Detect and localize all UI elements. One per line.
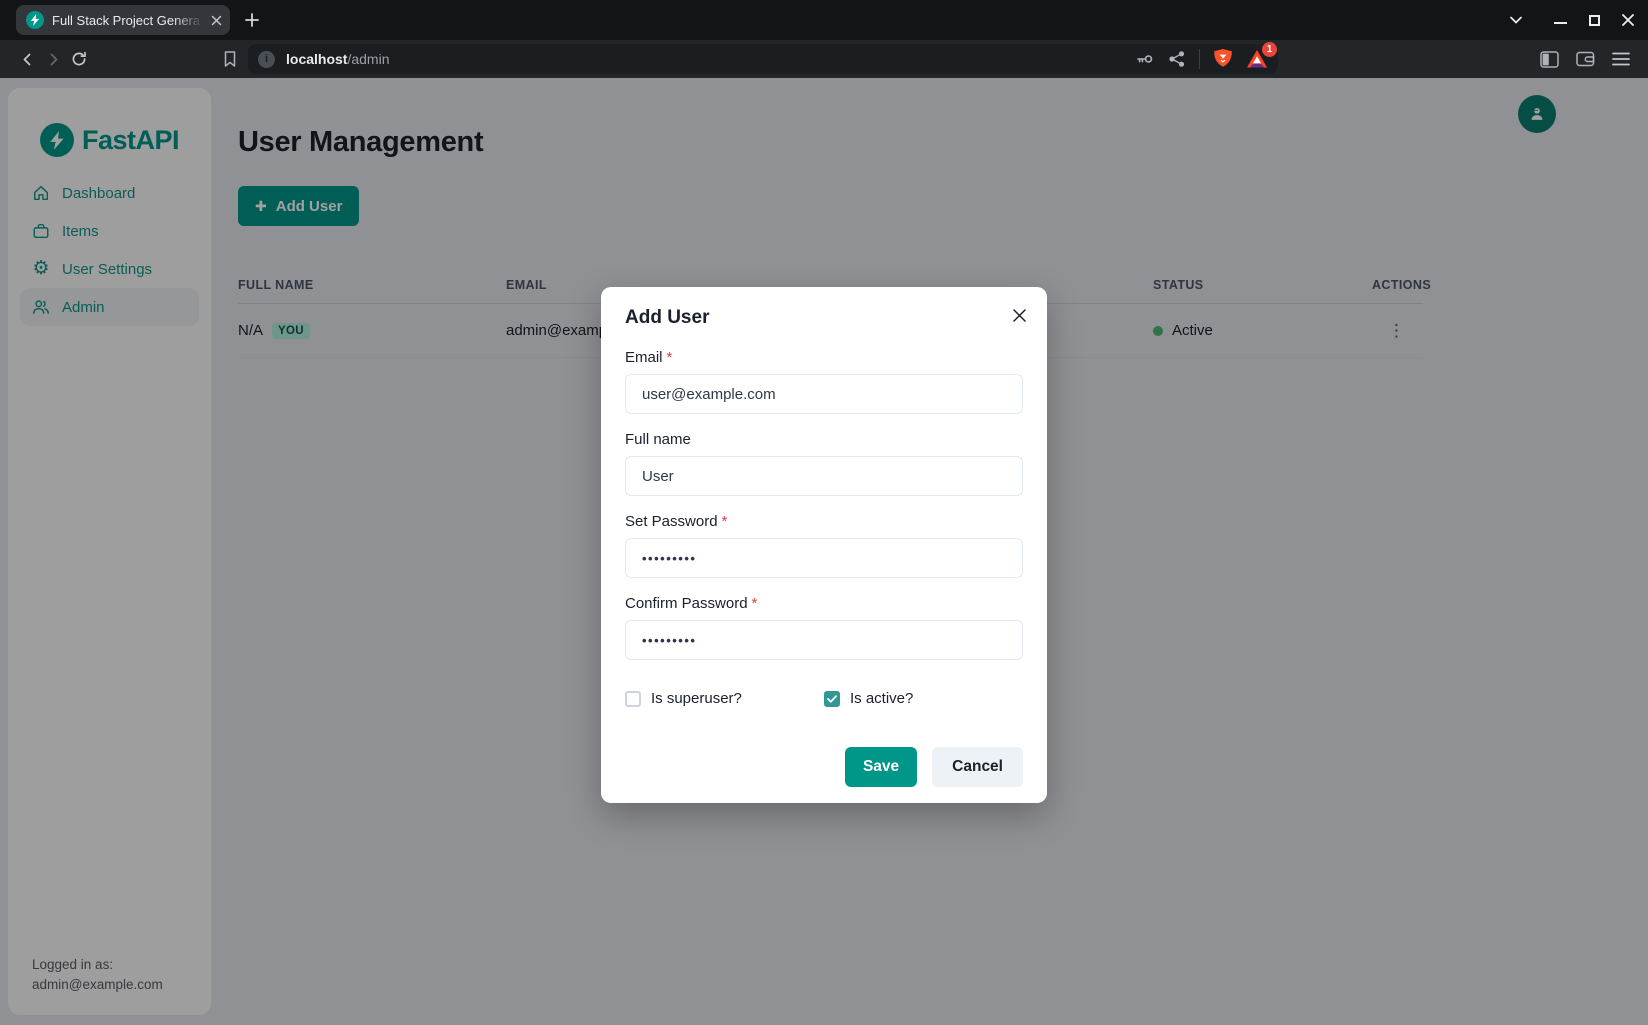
browser-tab[interactable]: Full Stack Project Genera [16, 5, 230, 35]
is-active-checkbox[interactable]: Is active? [824, 690, 1023, 707]
maximize-button[interactable] [1584, 15, 1604, 26]
full-name-label: Full name [625, 431, 1023, 448]
key-icon[interactable] [1135, 49, 1155, 69]
tab-close-icon[interactable] [211, 15, 222, 26]
new-tab-button[interactable] [244, 12, 260, 28]
email-field-group: Email* [625, 349, 1023, 414]
confirm-password-label: Confirm Password* [625, 595, 1023, 612]
fastapi-favicon-icon [26, 11, 44, 29]
confirm-password-field-group: Confirm Password* [625, 595, 1023, 660]
modal-footer: Save Cancel [601, 707, 1047, 803]
checkbox-unchecked-icon [625, 691, 641, 707]
url-path: /admin [347, 51, 389, 67]
browser-window: Full Stack Project Genera [0, 0, 1648, 1025]
set-password-label: Set Password* [625, 513, 1023, 530]
url-text: localhost/admin [286, 51, 390, 67]
wallet-icon[interactable] [1576, 51, 1595, 67]
back-button[interactable] [14, 46, 40, 72]
window-controls [1506, 13, 1648, 27]
address-bar[interactable]: i localhost/admin 1 [248, 44, 1278, 74]
confirm-password-input[interactable] [625, 620, 1023, 660]
add-user-modal: Add User Email* Full name Set Password* [601, 287, 1047, 803]
close-icon [1013, 309, 1026, 322]
modal-close-button[interactable] [1003, 299, 1035, 331]
share-icon[interactable] [1168, 50, 1186, 68]
save-button[interactable]: Save [845, 747, 917, 787]
brave-shield-icon[interactable] [1213, 48, 1233, 70]
full-name-field-group: Full name [625, 431, 1023, 496]
checkbox-row: Is superuser? Is active? [625, 690, 1023, 707]
forward-button[interactable] [40, 46, 66, 72]
full-name-input[interactable] [625, 456, 1023, 496]
email-label: Email* [625, 349, 1023, 366]
site-info-icon[interactable]: i [258, 51, 275, 68]
required-asterisk: * [667, 349, 673, 366]
modal-header: Add User [601, 287, 1047, 335]
bookmark-icon[interactable] [222, 50, 238, 68]
admin-page: FastAPI Dashboard Items ⚙ User [0, 78, 1648, 1025]
tab-search-chevron-icon[interactable] [1506, 15, 1526, 25]
close-window-button[interactable] [1618, 13, 1638, 27]
tab-bar: Full Stack Project Genera [0, 0, 1648, 40]
required-asterisk: * [722, 513, 728, 530]
email-input[interactable] [625, 374, 1023, 414]
sidebar-toggle-icon[interactable] [1540, 51, 1559, 68]
url-host: localhost [286, 51, 347, 67]
set-password-field-group: Set Password* [625, 513, 1023, 578]
divider [1199, 49, 1200, 69]
is-superuser-checkbox[interactable]: Is superuser? [625, 690, 824, 707]
tab-title: Full Stack Project Genera [52, 13, 207, 28]
cancel-button[interactable]: Cancel [932, 747, 1023, 787]
set-password-input[interactable] [625, 538, 1023, 578]
rewards-count-badge: 1 [1262, 42, 1277, 57]
brave-rewards-icon[interactable]: 1 [1246, 49, 1268, 69]
menu-icon[interactable] [1612, 52, 1630, 66]
minimize-button[interactable] [1550, 16, 1570, 24]
modal-title: Add User [625, 307, 1023, 329]
browser-toolbar: i localhost/admin 1 [0, 40, 1648, 78]
modal-body: Email* Full name Set Password* Confirm P… [601, 335, 1047, 707]
checkbox-checked-icon [824, 691, 840, 707]
reload-button[interactable] [66, 46, 92, 72]
required-asterisk: * [752, 595, 758, 612]
